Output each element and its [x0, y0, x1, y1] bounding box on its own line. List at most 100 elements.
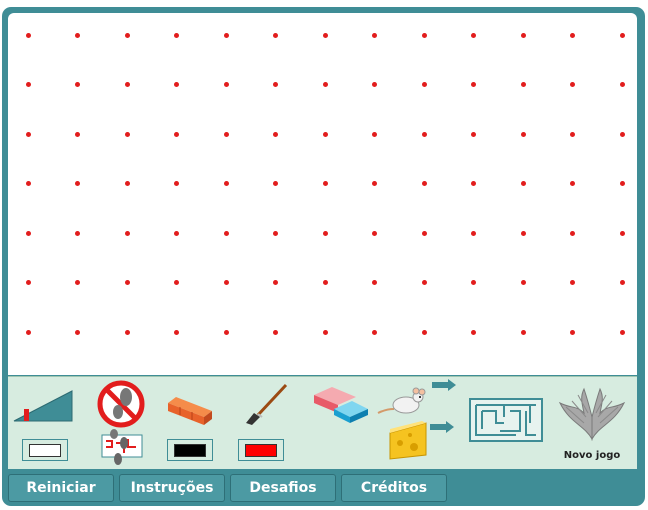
grid-dot[interactable] [570, 181, 575, 186]
grid-dot[interactable] [421, 181, 427, 186]
grid-dot[interactable] [619, 131, 625, 137]
grid-dot[interactable] [174, 230, 179, 236]
grid-dot[interactable] [421, 32, 427, 38]
grid-dot[interactable] [223, 181, 229, 186]
grid-dot[interactable] [75, 82, 80, 87]
grid-dot[interactable] [273, 280, 278, 285]
grid-dot[interactable] [124, 280, 130, 285]
grid-dot[interactable] [619, 280, 625, 285]
grid-dot[interactable] [75, 329, 80, 335]
grid-dot[interactable] [124, 131, 130, 137]
maze-tool[interactable] [468, 397, 544, 443]
grid-dot[interactable] [570, 32, 575, 38]
grid-dot[interactable] [124, 82, 130, 87]
grid-dot[interactable] [273, 32, 278, 38]
grid-dot[interactable] [223, 329, 229, 335]
grid-dot[interactable] [25, 181, 31, 186]
eraser-tool[interactable] [310, 385, 370, 425]
grid-dot[interactable] [223, 131, 229, 137]
grid-dot[interactable] [124, 181, 130, 186]
grid-dot[interactable] [619, 230, 625, 236]
mouse-tool[interactable] [376, 379, 460, 419]
grid-dot[interactable] [619, 181, 625, 186]
grid-dot[interactable] [25, 82, 31, 87]
game-board[interactable] [8, 13, 637, 375]
grid-dot[interactable] [570, 329, 575, 335]
brick-tool[interactable] [166, 395, 214, 427]
grid-dot[interactable] [75, 230, 80, 236]
grid-dot[interactable] [421, 131, 427, 137]
grid-dot[interactable] [223, 280, 229, 285]
grid-dot[interactable] [372, 230, 377, 236]
restart-button[interactable]: Reiniciar [8, 474, 114, 502]
grid-dot[interactable] [25, 329, 31, 335]
grid-dot[interactable] [322, 329, 328, 335]
grid-dot[interactable] [174, 131, 179, 137]
grid-dot[interactable] [372, 82, 377, 87]
grid-dot[interactable] [619, 82, 625, 87]
grid-dot[interactable] [520, 131, 526, 137]
challenges-button[interactable]: Desafios [230, 474, 336, 502]
grid-dot[interactable] [471, 131, 476, 137]
grid-dot[interactable] [174, 329, 179, 335]
grid-dot[interactable] [471, 280, 476, 285]
grid-dot[interactable] [421, 82, 427, 87]
grid-dot[interactable] [322, 82, 328, 87]
grid-dot[interactable] [75, 32, 80, 38]
grid-dot[interactable] [372, 329, 377, 335]
grid-dot[interactable] [322, 280, 328, 285]
grid-dot[interactable] [570, 82, 575, 87]
grid-dot[interactable] [174, 181, 179, 186]
grid-dot[interactable] [322, 230, 328, 236]
grid-dot[interactable] [75, 181, 80, 186]
grid-dot[interactable] [25, 32, 31, 38]
grid-dot[interactable] [273, 82, 278, 87]
grid-dot[interactable] [520, 32, 526, 38]
grid-dot[interactable] [124, 230, 130, 236]
red-swatch[interactable] [238, 439, 284, 461]
grid-dot[interactable] [619, 32, 625, 38]
grid-dot[interactable] [273, 230, 278, 236]
no-walk-tool[interactable] [96, 379, 150, 469]
grid-dot[interactable] [520, 82, 526, 87]
grid-dot[interactable] [421, 230, 427, 236]
black-swatch[interactable] [167, 439, 213, 461]
grid-dot[interactable] [75, 280, 80, 285]
grid-dot[interactable] [124, 329, 130, 335]
grid-dot[interactable] [520, 181, 526, 186]
grid-dot[interactable] [570, 131, 575, 137]
grid-dot[interactable] [322, 181, 328, 186]
grid-dot[interactable] [174, 280, 179, 285]
grid-dot[interactable] [25, 280, 31, 285]
grid-dot[interactable] [223, 230, 229, 236]
grid-dot[interactable] [223, 82, 229, 87]
grid-dot[interactable] [471, 32, 476, 38]
grid-dot[interactable] [520, 280, 526, 285]
grid-dot[interactable] [421, 329, 427, 335]
grid-dot[interactable] [372, 131, 377, 137]
grid-dot[interactable] [372, 181, 377, 186]
grid-dot[interactable] [273, 131, 278, 137]
grid-dot[interactable] [273, 329, 278, 335]
grid-dot[interactable] [75, 131, 80, 137]
grid-dot[interactable] [124, 32, 130, 38]
white-swatch[interactable] [22, 439, 68, 461]
credits-button[interactable]: Créditos [341, 474, 447, 502]
grid-dot[interactable] [372, 32, 377, 38]
grid-dot[interactable] [520, 329, 526, 335]
grid-dot[interactable] [471, 230, 476, 236]
grid-dot[interactable] [372, 280, 377, 285]
grid-dot[interactable] [174, 82, 179, 87]
paintbrush-tool[interactable] [240, 383, 290, 427]
slope-tool[interactable] [12, 387, 74, 423]
cheese-tool[interactable] [388, 417, 462, 463]
grid-dot[interactable] [25, 131, 31, 137]
grid-dot[interactable] [570, 230, 575, 236]
grid-dot[interactable] [421, 280, 427, 285]
grid-dot[interactable] [25, 230, 31, 236]
instructions-button[interactable]: Instruções [119, 474, 225, 502]
grid-dot[interactable] [322, 131, 328, 137]
grid-dot[interactable] [471, 181, 476, 186]
grid-dot[interactable] [322, 32, 328, 38]
grid-dot[interactable] [273, 181, 278, 186]
